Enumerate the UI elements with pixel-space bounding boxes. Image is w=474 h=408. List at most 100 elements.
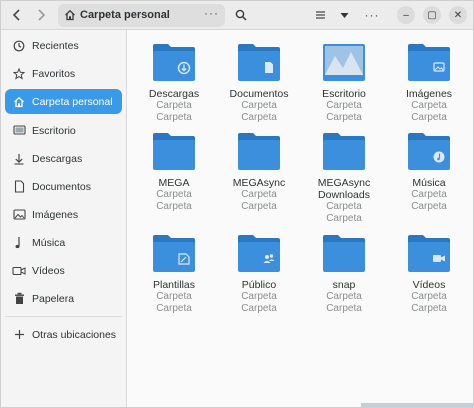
- folder-icon: [321, 131, 367, 171]
- triangle-down-icon: [340, 12, 348, 18]
- folder-musica[interactable]: Música Carpeta Carpeta: [386, 131, 472, 213]
- folder-type: Carpeta: [241, 201, 277, 212]
- sidebar-item-otras-ubicaciones[interactable]: Otras ubicaciones: [5, 322, 122, 347]
- sidebar-item-escritorio[interactable]: Escritorio: [5, 118, 122, 143]
- folder-type: Carpeta: [326, 112, 362, 123]
- back-button[interactable]: [6, 5, 28, 25]
- sidebar-item-documentos[interactable]: Documentos: [5, 174, 122, 199]
- folder-type: Carpeta: [326, 303, 362, 314]
- folder-name: Escritorio: [322, 88, 366, 100]
- desktop-icon: [9, 125, 29, 136]
- folder-name: MEGA: [158, 177, 190, 189]
- folder-documentos[interactable]: Documentos Carpeta Carpeta: [216, 42, 302, 124]
- sidebar-item-label: Carpeta personal: [32, 95, 113, 108]
- sidebar-item-label: Otras ubicaciones: [32, 328, 117, 341]
- folder-type: Carpeta: [411, 291, 447, 302]
- sidebar-item-favoritos[interactable]: Favoritos: [5, 61, 122, 86]
- folder-videos[interactable]: Vídeos Carpeta Carpeta: [386, 233, 472, 315]
- folder-type: Carpeta: [156, 189, 192, 200]
- sidebar-item-label: Vídeos: [32, 264, 65, 277]
- sidebar-item-papelera[interactable]: Papelera: [5, 286, 122, 311]
- sidebar-item-label: Documentos: [32, 180, 91, 193]
- folder-type: Carpeta: [156, 112, 192, 123]
- trash-icon: [9, 292, 29, 305]
- sidebar-item-descargas[interactable]: Descargas: [5, 146, 122, 171]
- folder-name-line2: Downloads: [318, 189, 370, 201]
- folder-icon: [321, 42, 367, 82]
- search-icon: [235, 9, 247, 21]
- search-button[interactable]: [230, 5, 252, 25]
- folder-mega[interactable]: MEGA Carpeta Carpeta: [131, 131, 217, 213]
- folder-imagenes[interactable]: Imágenes Carpeta Carpeta: [386, 42, 472, 124]
- list-icon: [315, 11, 325, 19]
- main-menu-button[interactable]: ···: [361, 5, 383, 25]
- location-bar[interactable]: Carpeta personal ···: [58, 4, 225, 27]
- folder-icon: [151, 131, 197, 171]
- clock-icon: [9, 40, 29, 52]
- header-bar: Carpeta personal ··· ··· – ▢ ✕: [1, 1, 473, 30]
- file-manager-window: Carpeta personal ··· ··· – ▢ ✕ Recientes…: [0, 0, 474, 408]
- folder-name: Vídeos: [412, 279, 446, 291]
- folder-icon: [321, 233, 367, 273]
- folder-name: Plantillas: [152, 279, 196, 291]
- folder-type: Carpeta: [326, 291, 362, 302]
- folder-megasync[interactable]: MEGAsync Carpeta Carpeta: [216, 131, 302, 213]
- video-icon: [9, 266, 29, 276]
- folder-type: Carpeta: [411, 112, 447, 123]
- sidebar-item-recientes[interactable]: Recientes: [5, 33, 122, 58]
- forward-button[interactable]: [30, 5, 52, 25]
- folder-megasync-downloads[interactable]: MEGAsync Downloads Carpeta Carpeta: [301, 131, 387, 225]
- view-options-button[interactable]: [333, 5, 355, 25]
- folder-name: MEGAsync: [232, 177, 286, 189]
- folder-plantillas[interactable]: Plantillas Carpeta Carpeta: [131, 233, 217, 315]
- sidebar-item-videos[interactable]: Vídeos: [5, 258, 122, 283]
- plus-icon: [9, 329, 29, 340]
- chevron-left-icon: [12, 9, 20, 21]
- location-menu-button[interactable]: ···: [204, 6, 219, 20]
- folder-type: Carpeta: [411, 100, 447, 111]
- folder-name: Público: [241, 279, 277, 291]
- folder-type: Carpeta: [241, 303, 277, 314]
- folder-type: Carpeta: [326, 100, 362, 111]
- folder-name: Descargas: [148, 88, 200, 100]
- folder-type: Carpeta: [411, 201, 447, 212]
- folder-name: Documentos: [229, 88, 289, 100]
- home-icon: [9, 96, 29, 108]
- folder-name: Imágenes: [405, 88, 453, 100]
- sidebar-item-imagenes[interactable]: Imágenes: [5, 202, 122, 227]
- sidebar-item-label: Imágenes: [32, 208, 79, 221]
- location-label: Carpeta personal: [80, 9, 170, 21]
- folder-name: Música: [412, 177, 446, 189]
- close-button[interactable]: ✕: [449, 6, 467, 24]
- folder-type: Carpeta: [241, 291, 277, 302]
- folder-publico[interactable]: Público Carpeta Carpeta: [216, 233, 302, 315]
- folder-icon: [151, 233, 197, 273]
- star-icon: [9, 67, 29, 80]
- folder-type: Carpeta: [241, 112, 277, 123]
- maximize-button[interactable]: ▢: [423, 6, 441, 24]
- folder-descargas[interactable]: Descargas Carpeta Carpeta: [131, 42, 217, 124]
- sidebar-item-carpeta-personal[interactable]: Carpeta personal: [5, 89, 122, 114]
- sidebar: Recientes Favoritos Carpeta personal Esc…: [1, 30, 127, 407]
- sidebar-item-label: Recientes: [32, 39, 79, 52]
- sidebar-item-musica[interactable]: Música: [5, 230, 122, 255]
- view-list-button[interactable]: [309, 5, 331, 25]
- folder-type: Carpeta: [411, 189, 447, 200]
- document-icon: [9, 180, 29, 193]
- folder-snap[interactable]: snap Carpeta Carpeta: [301, 233, 387, 315]
- sidebar-divider: [5, 316, 122, 317]
- chevron-right-icon: [38, 9, 46, 21]
- folder-type: Carpeta: [156, 291, 192, 302]
- folder-icon: [151, 42, 197, 82]
- folder-icon: [236, 42, 282, 82]
- folder-icon: [236, 131, 282, 171]
- sidebar-item-label: Favoritos: [32, 67, 76, 80]
- folder-view: Descargas Carpeta Carpeta Documentos Car…: [128, 30, 473, 407]
- folder-type: Carpeta: [241, 189, 277, 200]
- folder-name: MEGAsync: [317, 177, 371, 189]
- minimize-button[interactable]: –: [397, 6, 415, 24]
- folder-icon: [406, 233, 452, 273]
- folder-escritorio[interactable]: Escritorio Carpeta Carpeta: [301, 42, 387, 124]
- folder-type: Carpeta: [241, 100, 277, 111]
- image-icon: [9, 209, 29, 220]
